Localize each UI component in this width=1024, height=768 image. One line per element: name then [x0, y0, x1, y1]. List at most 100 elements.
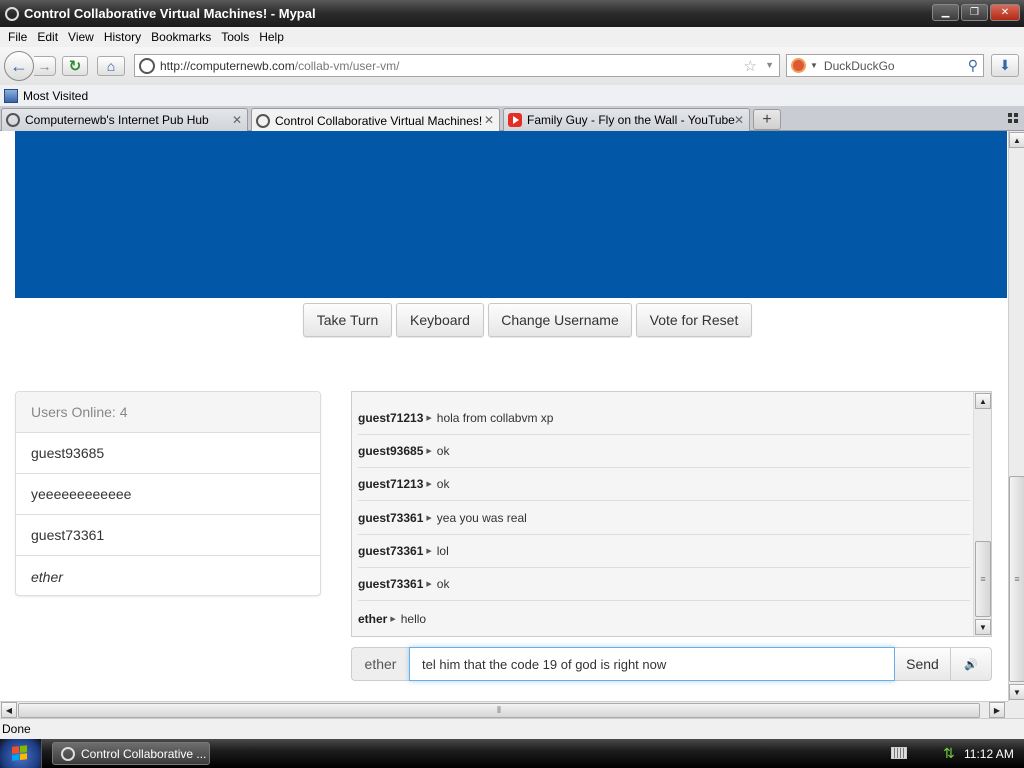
- scrollbar-corner: [1008, 701, 1024, 718]
- most-visited-link[interactable]: Most Visited: [23, 89, 88, 103]
- scroll-right-icon[interactable]: ▶: [989, 702, 1005, 718]
- caret-right-icon: ▶: [426, 448, 432, 455]
- menu-bar: File Edit View History Bookmarks Tools H…: [0, 27, 1024, 47]
- keyboard-button[interactable]: Keyboard: [396, 303, 484, 337]
- bookmark-star-icon[interactable]: ☆: [744, 57, 757, 75]
- chat-username-label: ether: [351, 647, 409, 681]
- chat-scrollbar[interactable]: ▲ ≡ ▼: [973, 392, 991, 636]
- url-bar[interactable]: http://computernewb.com/collab-vm/user-v…: [134, 54, 780, 77]
- chat-username: ether: [358, 611, 388, 626]
- scroll-up-icon[interactable]: ▲: [975, 393, 991, 409]
- menu-tools[interactable]: Tools: [216, 30, 254, 44]
- chat-scroll-thumb[interactable]: ≡: [975, 541, 991, 617]
- send-button[interactable]: Send: [895, 647, 951, 681]
- chat-message: guest71213 ▶ ok: [358, 468, 970, 501]
- reload-button[interactable]: ↻: [62, 56, 88, 76]
- window-controls: ▁ ❐ ✕: [932, 4, 1020, 21]
- search-engine-icon[interactable]: [791, 58, 806, 73]
- search-bar[interactable]: ▼ DuckDuckGo ⚲: [786, 54, 984, 77]
- new-tab-button[interactable]: +: [753, 109, 781, 130]
- page-vertical-scrollbar[interactable]: ▲ ≡ ▼: [1008, 131, 1024, 701]
- menu-history[interactable]: History: [99, 30, 146, 44]
- page-horizontal-scroll-thumb[interactable]: ⦀: [18, 703, 980, 718]
- status-bar: Done: [0, 718, 1024, 739]
- menu-bookmarks[interactable]: Bookmarks: [146, 30, 216, 44]
- tab-internet-pub-hub[interactable]: Computernewb's Internet Pub Hub ✕: [1, 108, 248, 131]
- home-button[interactable]: ⌂: [97, 56, 125, 76]
- users-online-panel: Users Online: 4 guest93685 yeeeeeeeeeeee…: [15, 391, 321, 596]
- close-tab-icon[interactable]: ✕: [232, 113, 242, 127]
- close-tab-icon[interactable]: ✕: [734, 113, 744, 127]
- chat-text: lol: [436, 544, 449, 558]
- sound-toggle-button[interactable]: 🔊: [951, 647, 992, 681]
- maximize-button[interactable]: ❐: [961, 4, 988, 21]
- chat-username: guest73361: [358, 544, 424, 558]
- window-title: Control Collaborative Virtual Machines! …: [24, 6, 316, 21]
- chat-text: ok: [436, 577, 450, 591]
- page-vertical-scroll-thumb[interactable]: ≡: [1009, 476, 1024, 682]
- youtube-favicon-icon: [508, 113, 522, 127]
- menu-help[interactable]: Help: [254, 30, 289, 44]
- site-identity-icon[interactable]: [139, 57, 155, 74]
- scroll-up-icon[interactable]: ▲: [1009, 132, 1024, 148]
- caret-right-icon: ▶: [390, 615, 396, 623]
- status-text: Done: [2, 722, 31, 736]
- downloads-button[interactable]: ⬇: [991, 54, 1019, 77]
- scroll-down-icon[interactable]: ▼: [1009, 684, 1024, 700]
- tab-label: Family Guy - Fly on the Wall - YouTube: [527, 113, 735, 127]
- scroll-left-icon[interactable]: ◀: [1, 702, 17, 718]
- chat-text: yea you was real: [436, 511, 527, 525]
- back-button[interactable]: ←: [4, 51, 34, 81]
- user-list-item: guest93685: [16, 433, 320, 474]
- start-button[interactable]: [0, 739, 42, 768]
- taskbar-window-label: Control Collaborative ...: [81, 746, 207, 761]
- tab-collab-vm[interactable]: Control Collaborative Virtual Machines! …: [251, 108, 500, 132]
- chat-message-input[interactable]: tel him that the code 19 of god is right…: [409, 647, 895, 681]
- keyboard-tray-icon[interactable]: [891, 747, 907, 759]
- chat-username: guest73361: [358, 577, 424, 591]
- menu-edit[interactable]: Edit: [32, 30, 63, 44]
- chat-message: ether ▶ hello: [358, 602, 970, 635]
- change-username-button[interactable]: Change Username: [488, 303, 632, 337]
- forward-button[interactable]: →: [34, 56, 56, 76]
- taskbar-window-button[interactable]: Control Collaborative ...: [52, 742, 210, 765]
- plus-icon: +: [762, 110, 772, 128]
- menu-view[interactable]: View: [63, 30, 99, 44]
- minimize-button[interactable]: ▁: [932, 4, 959, 21]
- app-icon: [61, 746, 75, 761]
- close-tab-icon[interactable]: ✕: [484, 113, 494, 127]
- tab-strip: Computernewb's Internet Pub Hub ✕ Contro…: [0, 106, 1024, 132]
- chat-message: guest93685 ▶ ok: [358, 435, 970, 468]
- take-turn-button[interactable]: Take Turn: [303, 303, 392, 337]
- caret-right-icon: ▶: [426, 548, 432, 555]
- download-arrow-icon: ⬇: [999, 57, 1011, 73]
- speaker-icon: 🔊: [964, 658, 978, 671]
- network-tray-icon[interactable]: ⇅: [943, 745, 957, 761]
- scroll-down-icon[interactable]: ▼: [975, 619, 991, 635]
- search-input[interactable]: DuckDuckGo: [824, 59, 895, 73]
- page-horizontal-scrollbar[interactable]: ◀ ⦀ ▶: [0, 701, 1008, 718]
- title-bar: Control Collaborative Virtual Machines! …: [0, 0, 1024, 27]
- close-button[interactable]: ✕: [990, 4, 1020, 21]
- current-user-list-item: ether: [31, 568, 63, 585]
- chat-text: hello: [400, 611, 427, 626]
- chat-message: guest73361 ▶ ok: [358, 568, 970, 601]
- vote-for-reset-button[interactable]: Vote for Reset: [636, 303, 752, 337]
- forward-arrow-icon: →: [37, 58, 52, 74]
- app-icon: [5, 6, 19, 21]
- tab-youtube[interactable]: Family Guy - Fly on the Wall - YouTube ✕: [503, 108, 750, 131]
- url-path: /collab-vm/user-vm/: [294, 58, 400, 73]
- url-dropdown-icon[interactable]: ▼: [765, 60, 774, 70]
- list-all-tabs-icon[interactable]: [1008, 113, 1018, 123]
- chat-message-list: guest71213 ▶ hola from collabvm xp guest93…: [352, 392, 972, 636]
- caret-right-icon: ▶: [426, 481, 432, 488]
- chat-message: guest73361 ▶ yea you was real: [358, 502, 970, 535]
- caret-right-icon: ▶: [426, 581, 432, 588]
- url-domain: http://computernewb.com: [160, 58, 295, 73]
- search-icon[interactable]: ⚲: [968, 57, 978, 74]
- engine-dropdown-icon[interactable]: ▼: [810, 61, 818, 70]
- menu-file[interactable]: File: [3, 30, 32, 44]
- tab-label: Control Collaborative Virtual Machines!: [275, 113, 483, 128]
- vm-display[interactable]: [15, 131, 1007, 298]
- system-clock[interactable]: 11:12 AM: [964, 739, 1014, 768]
